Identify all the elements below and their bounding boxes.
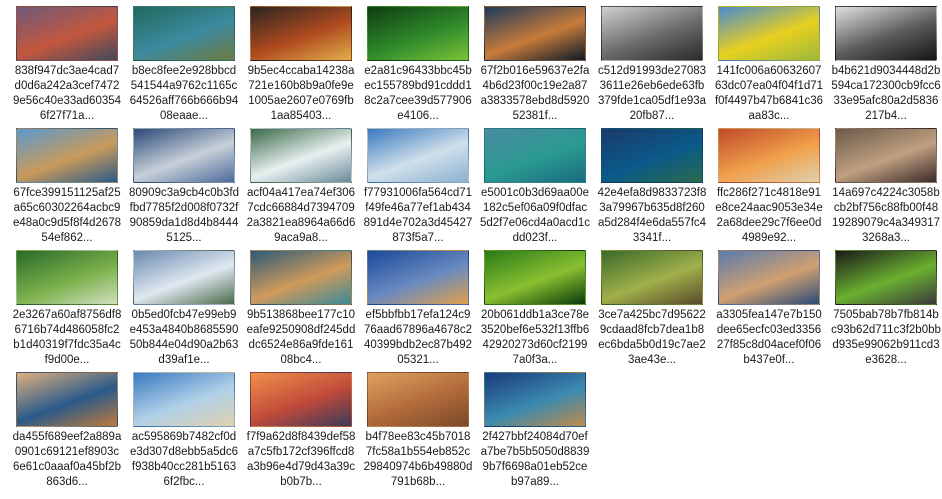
image-thumbnail[interactable] <box>16 250 118 305</box>
file-name: 14a697c4224c3058bcb2bf756c88fb00f4819289… <box>831 187 941 244</box>
file-name: 80909c3a9cb4c0b3fdfbd7785f2d008f0732f908… <box>129 187 239 244</box>
file-name: da455f689eef2a889a0901c69121ef8903c6e61c… <box>12 431 122 488</box>
file-item[interactable]: ac595869b7482cf0de3d307d8ebb5a5dc6f938b4… <box>129 372 241 490</box>
file-name: e5001c0b3d69aa00e182c5ef06a09f0dfac5d2f7… <box>480 187 590 244</box>
image-thumbnail[interactable] <box>133 128 235 183</box>
file-item[interactable]: 2f427bbf24084d70efa7be7b5b5050d88399b7f6… <box>480 372 592 490</box>
image-thumbnail[interactable] <box>601 250 703 305</box>
file-item[interactable]: b8ec8fee2e928bbcd541544a9762c1165c64526a… <box>129 6 241 124</box>
file-item[interactable]: b4f78ee83c45b70187fc58a1b554eb852c298409… <box>363 372 475 490</box>
file-item[interactable]: ffc286f271c4818e91e8ce24aac9053e34e2a68d… <box>714 128 826 246</box>
file-name: 141fc006a6063260763dc07ea04f04f1d71f0f44… <box>714 65 824 122</box>
file-name: 20b061ddb1a3ce78e3520bef6e532f13ffb64292… <box>480 309 590 366</box>
file-name: b8ec8fee2e928bbcd541544a9762c1165c64526a… <box>129 65 239 122</box>
image-thumbnail[interactable] <box>250 372 352 427</box>
image-thumbnail[interactable] <box>133 6 235 61</box>
file-name: 838f947dc3ae4cad7d0d6a242a3cef74729e56c4… <box>12 65 122 122</box>
image-thumbnail[interactable] <box>16 372 118 427</box>
file-item[interactable]: e5001c0b3d69aa00e182c5ef06a09f0dfac5d2f7… <box>480 128 592 246</box>
image-thumbnail[interactable] <box>718 250 820 305</box>
file-name: 67fce399151125af25a65c60302264acbc9e48a0… <box>12 187 122 244</box>
file-item[interactable]: b4b621d9034448d2b594ca172300cb9fcc633e95… <box>831 6 942 124</box>
image-thumbnail[interactable] <box>250 128 352 183</box>
file-item[interactable]: f77931006fa564cd71f49fe46a77ef1ab434891d… <box>363 128 475 246</box>
file-item[interactable]: 67f2b016e59637e2fa4b6d23f00c19e2a87a3833… <box>480 6 592 124</box>
file-name: ef5bbfbb17efa124c976aad67896a4678c240399… <box>363 309 473 366</box>
image-thumbnail[interactable] <box>718 128 820 183</box>
file-item[interactable]: da455f689eef2a889a0901c69121ef8903c6e61c… <box>12 372 124 490</box>
file-name: 67f2b016e59637e2fa4b6d23f00c19e2a87a3833… <box>480 65 590 122</box>
file-name: b4b621d9034448d2b594ca172300cb9fcc633e95… <box>831 65 941 122</box>
file-item[interactable]: 7505bab78b7fb814bc93b62d711c3f2b0bbd935e… <box>831 250 942 368</box>
image-thumbnail[interactable] <box>16 6 118 61</box>
file-item[interactable]: c512d91993de270833611e26eb6ede63fb379fde… <box>597 6 709 124</box>
file-name: 7505bab78b7fb814bc93b62d711c3f2b0bbd935e… <box>831 309 941 366</box>
thumbnail-grid: 838f947dc3ae4cad7d0d6a242a3cef74729e56c4… <box>0 0 942 499</box>
image-thumbnail[interactable] <box>367 6 469 61</box>
file-item[interactable]: 9b5ec4ccaba14238a721e160b8b9a0fe9e1005ae… <box>246 6 358 124</box>
image-thumbnail[interactable] <box>16 128 118 183</box>
image-thumbnail[interactable] <box>367 372 469 427</box>
file-item[interactable]: 141fc006a6063260763dc07ea04f04f1d71f0f44… <box>714 6 826 124</box>
file-name: f77931006fa564cd71f49fe46a77ef1ab434891d… <box>363 187 473 244</box>
image-thumbnail[interactable] <box>718 6 820 61</box>
file-name: 9b513868bee177c10eafe9250908df245dddc652… <box>246 309 356 366</box>
image-thumbnail[interactable] <box>484 372 586 427</box>
image-thumbnail[interactable] <box>601 6 703 61</box>
file-item[interactable]: 2e3267a60af8756df86716b74d486058fc2b1d40… <box>12 250 124 368</box>
image-thumbnail[interactable] <box>250 250 352 305</box>
file-name: 42e4efa8d9833723f83a79967b635d8f260a5d28… <box>597 187 707 244</box>
file-name: b4f78ee83c45b70187fc58a1b554eb852c298409… <box>363 431 473 488</box>
file-name: c512d91993de270833611e26eb6ede63fb379fde… <box>597 65 707 122</box>
file-name: 9b5ec4ccaba14238a721e160b8b9a0fe9e1005ae… <box>247 65 355 122</box>
file-item[interactable]: a3305fea147e7b150dee65ecfc03ed335627f85c… <box>714 250 826 368</box>
image-thumbnail[interactable] <box>835 250 937 305</box>
file-name: a3305fea147e7b150dee65ecfc03ed335627f85c… <box>716 309 822 366</box>
file-item[interactable]: 67fce399151125af25a65c60302264acbc9e48a0… <box>12 128 124 246</box>
image-thumbnail[interactable] <box>133 250 235 305</box>
file-item[interactable]: f7f9a62d8f8439def58a7c5fb172cf396ffcd8a3… <box>246 372 358 490</box>
file-item[interactable]: 14a697c4224c3058bcb2bf756c88fb00f4819289… <box>831 128 942 246</box>
file-item[interactable]: 838f947dc3ae4cad7d0d6a242a3cef74729e56c4… <box>12 6 124 124</box>
file-name: e2a81c96433bbc45bec155789bd91cddd18c2a7c… <box>364 65 472 122</box>
image-thumbnail[interactable] <box>250 6 352 61</box>
file-item[interactable]: 42e4efa8d9833723f83a79967b635d8f260a5d28… <box>597 128 709 246</box>
image-thumbnail[interactable] <box>484 250 586 305</box>
file-name: 3ce7a425bc7d956229cdaad8fcb7dea1b8ec6bda… <box>598 309 706 366</box>
file-name: f7f9a62d8f8439def58a7c5fb172cf396ffcd8a3… <box>246 431 356 488</box>
file-name: ac595869b7482cf0de3d307d8ebb5a5dc6f938b4… <box>129 431 239 488</box>
file-name: 2e3267a60af8756df86716b74d486058fc2b1d40… <box>12 309 122 366</box>
image-thumbnail[interactable] <box>367 250 469 305</box>
image-thumbnail[interactable] <box>484 6 586 61</box>
file-item[interactable]: e2a81c96433bbc45bec155789bd91cddd18c2a7c… <box>363 6 475 124</box>
image-thumbnail[interactable] <box>835 128 937 183</box>
file-item[interactable]: 0b5ed0fcb47e99eb9e453a4840b868559050b844… <box>129 250 241 368</box>
image-thumbnail[interactable] <box>133 372 235 427</box>
image-thumbnail[interactable] <box>601 128 703 183</box>
file-name: 2f427bbf24084d70efa7be7b5b5050d88399b7f6… <box>480 431 590 488</box>
image-thumbnail[interactable] <box>835 6 937 61</box>
file-item[interactable]: 3ce7a425bc7d956229cdaad8fcb7dea1b8ec6bda… <box>597 250 709 368</box>
image-thumbnail[interactable] <box>367 128 469 183</box>
file-name: ffc286f271c4818e91e8ce24aac9053e34e2a68d… <box>715 187 823 244</box>
file-item[interactable]: acf04a417ea74ef3067cdc66884d73947092a382… <box>246 128 358 246</box>
file-name: 0b5ed0fcb47e99eb9e453a4840b868559050b844… <box>129 309 239 366</box>
file-item[interactable]: 80909c3a9cb4c0b3fdfbd7785f2d008f0732f908… <box>129 128 241 246</box>
image-thumbnail[interactable] <box>484 128 586 183</box>
file-item[interactable]: ef5bbfbb17efa124c976aad67896a4678c240399… <box>363 250 475 368</box>
file-item[interactable]: 20b061ddb1a3ce78e3520bef6e532f13ffb64292… <box>480 250 592 368</box>
file-name: acf04a417ea74ef3067cdc66884d73947092a382… <box>246 187 356 244</box>
file-item[interactable]: 9b513868bee177c10eafe9250908df245dddc652… <box>246 250 358 368</box>
